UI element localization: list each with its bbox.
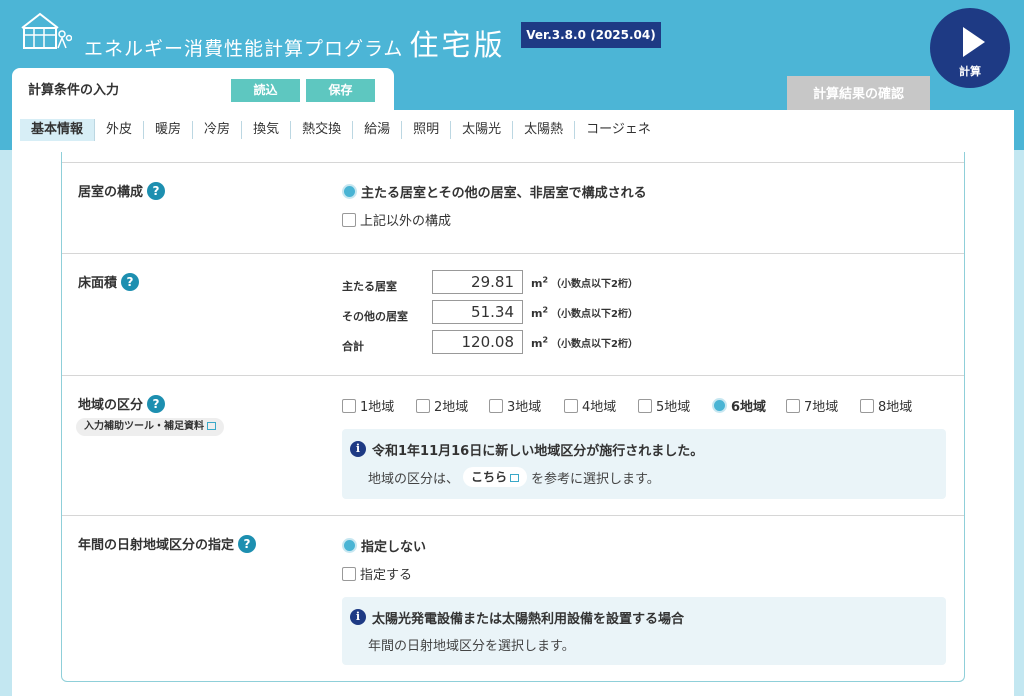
info-icon: i xyxy=(350,441,366,457)
play-icon xyxy=(963,27,985,57)
help-icon[interactable]: ? xyxy=(238,534,257,553)
tab-envelope[interactable]: 外皮 xyxy=(95,121,145,139)
external-link-icon xyxy=(510,473,520,482)
solar-region-option-none[interactable]: 指定しない xyxy=(342,536,426,555)
solar-region-label-text: 年間の日射地域区分の指定 xyxy=(78,538,235,553)
region-info-title: 令和1年11月16日に新しい地域区分が施行されました。 xyxy=(372,444,704,459)
house-logo-icon xyxy=(21,12,72,49)
region-option-6[interactable]: 6地域 xyxy=(712,396,766,415)
help-icon[interactable]: ? xyxy=(147,181,166,200)
region-info-text: 地域の区分は、 こちら を参考に選択します。 xyxy=(368,467,660,487)
option-label: 主たる居室とその他の居室、非居室で構成される xyxy=(361,186,647,201)
option-label: 上記以外の構成 xyxy=(360,214,452,229)
save-button[interactable]: 保存 xyxy=(306,79,375,102)
solar-info-box: i 太陽光発電設備または太陽熱利用設備を設置する場合 年間の日射地域区分を選択し… xyxy=(342,597,946,665)
total-area-input[interactable] xyxy=(432,330,523,354)
floor-area-label: 床面積 ? xyxy=(78,272,140,291)
checkbox-empty-icon xyxy=(416,398,430,413)
app-title-main: エネルギー消費性能計算プログラム xyxy=(84,38,404,60)
main-panel: 基本情報 外皮 暖房 冷房 換気 熱交換 給湯 照明 太陽光 太陽熱 コージェネ… xyxy=(12,110,1014,696)
category-tabs: 基本情報 外皮 暖房 冷房 換気 熱交換 給湯 照明 太陽光 太陽熱 コージェネ xyxy=(20,118,662,142)
region-info-box: i 令和1年11月16日に新しい地域区分が施行されました。 地域の区分は、 こち… xyxy=(342,429,946,499)
region-option-3[interactable]: 3地域 xyxy=(489,396,541,415)
external-link-icon xyxy=(207,422,216,430)
tab-cogeneration[interactable]: コージェネ xyxy=(575,121,662,139)
checkbox-empty-icon xyxy=(564,398,578,413)
solar-region-label: 年間の日射地域区分の指定 ? xyxy=(78,534,257,553)
other-room-label: その他の居室 xyxy=(342,310,408,323)
helper-tools-link[interactable]: 入力補助ツール・補足資料 xyxy=(76,418,224,436)
area-unit: m2 （小数点以下2桁） xyxy=(531,305,639,320)
region-label-text: 地域の区分 xyxy=(78,398,144,413)
room-config-section: 居室の構成 ? 主たる居室とその他の居室、非居室で構成される 上記以外の構成 xyxy=(62,162,964,253)
calculate-button[interactable]: 計算 xyxy=(930,8,1010,88)
load-button[interactable]: 読込 xyxy=(231,79,300,102)
region-reference-link[interactable]: こちら xyxy=(463,467,528,487)
main-room-area-input[interactable] xyxy=(432,270,523,294)
app-title: エネルギー消費性能計算プログラム 住宅版 xyxy=(84,22,505,64)
area-unit: m2 （小数点以下2桁） xyxy=(531,335,639,350)
checkbox-empty-icon xyxy=(489,398,503,413)
main-room-label: 主たる居室 xyxy=(342,280,397,293)
checkbox-empty-icon xyxy=(860,398,874,413)
info-icon: i xyxy=(350,609,366,625)
tab-solar-pv[interactable]: 太陽光 xyxy=(451,121,514,139)
room-config-label-text: 居室の構成 xyxy=(78,185,144,200)
form-content: 居室の構成 ? 主たる居室とその他の居室、非居室で構成される 上記以外の構成 床… xyxy=(61,152,965,682)
tab-lighting[interactable]: 照明 xyxy=(402,121,452,139)
room-config-option-other[interactable]: 上記以外の構成 xyxy=(342,210,451,229)
checkbox-empty-icon xyxy=(342,212,356,227)
checkbox-empty-icon xyxy=(342,398,356,413)
tab-basic-info[interactable]: 基本情報 xyxy=(20,119,96,141)
region-option-1[interactable]: 1地域 xyxy=(342,396,394,415)
region-label: 地域の区分 ? xyxy=(78,394,166,413)
tab-hot-water[interactable]: 給湯 xyxy=(353,121,403,139)
results-tab[interactable]: 計算結果の確認 xyxy=(787,76,930,114)
other-room-area-input[interactable] xyxy=(432,300,523,324)
region-option-4[interactable]: 4地域 xyxy=(564,396,616,415)
tab-heating[interactable]: 暖房 xyxy=(144,121,194,139)
floor-area-label-text: 床面積 xyxy=(78,276,118,291)
radio-selected-icon xyxy=(342,184,357,199)
region-option-5[interactable]: 5地域 xyxy=(638,396,690,415)
input-tab-title: 計算条件の入力 xyxy=(28,83,120,98)
tab-heat-exchange[interactable]: 熱交換 xyxy=(291,121,354,139)
solar-info-title: 太陽光発電設備または太陽熱利用設備を設置する場合 xyxy=(372,612,685,627)
solar-info-text: 年間の日射地域区分を選択します。 xyxy=(368,639,575,654)
checkbox-empty-icon xyxy=(786,398,800,413)
app-title-suffix: 住宅版 xyxy=(409,28,506,62)
help-icon[interactable]: ? xyxy=(147,394,166,413)
region-option-7[interactable]: 7地域 xyxy=(786,396,838,415)
area-unit: m2 （小数点以下2桁） xyxy=(531,275,639,290)
solar-region-section: 年間の日射地域区分の指定 ? 指定しない 指定する i 太陽光発電設備または太陽… xyxy=(62,515,964,681)
version-badge: Ver.3.8.0 (2025.04) xyxy=(521,22,661,48)
radio-selected-icon xyxy=(712,398,727,413)
checkbox-empty-icon xyxy=(638,398,652,413)
room-config-label: 居室の構成 ? xyxy=(78,181,166,200)
help-icon[interactable]: ? xyxy=(121,272,140,291)
radio-selected-icon xyxy=(342,538,357,553)
region-option-8[interactable]: 8地域 xyxy=(860,396,912,415)
region-option-2[interactable]: 2地域 xyxy=(416,396,468,415)
solar-region-option-specify[interactable]: 指定する xyxy=(342,564,412,583)
checkbox-empty-icon xyxy=(342,566,356,581)
room-config-option-standard[interactable]: 主たる居室とその他の居室、非居室で構成される xyxy=(342,182,647,201)
floor-area-section: 床面積 ? 主たる居室 m2（小数点以下2桁） その他の居室 m2（小数点以下2… xyxy=(62,253,964,375)
tab-solar-thermal[interactable]: 太陽熱 xyxy=(513,121,576,139)
calculate-label: 計算 xyxy=(959,65,981,78)
tab-cooling[interactable]: 冷房 xyxy=(193,121,243,139)
region-section: 地域の区分 ? 入力補助ツール・補足資料 1地域 2地域 3地域 4地域 5地域… xyxy=(62,375,964,515)
tab-ventilation[interactable]: 換気 xyxy=(242,121,292,139)
total-area-label: 合計 xyxy=(342,340,364,353)
